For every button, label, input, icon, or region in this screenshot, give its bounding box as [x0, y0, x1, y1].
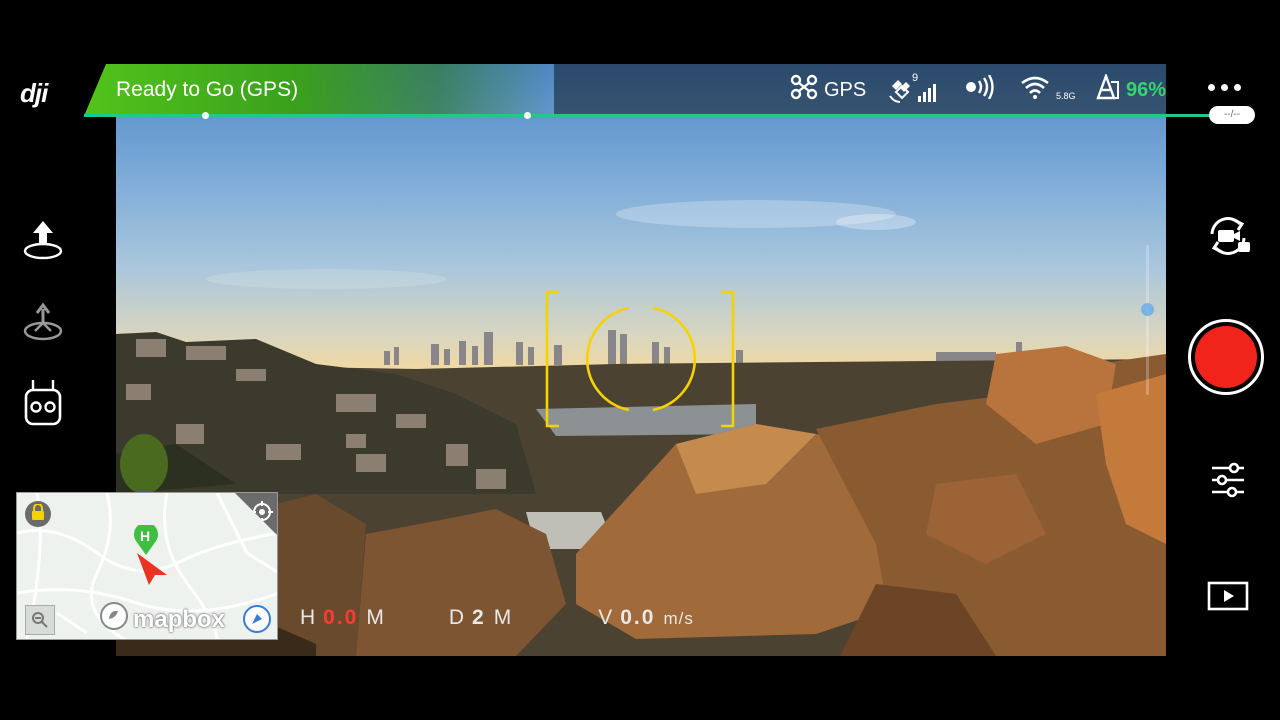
status-progress-line [84, 114, 1210, 117]
status-bar-background [554, 64, 1180, 116]
return-to-home-button[interactable] [18, 298, 68, 348]
progress-dot [524, 112, 531, 119]
map-zoom-button[interactable] [25, 605, 55, 635]
video-link-indicator[interactable]: 5.8G [1020, 76, 1076, 104]
top-status-bar: Ready to Go (GPS) GPS 9 5.8G 96% [84, 64, 1210, 119]
flight-telemetry: H 0.0 M D 2 M V 0.0 m/s [300, 606, 694, 636]
height-label: H [300, 606, 318, 629]
settings-sliders-icon [1208, 460, 1248, 505]
zoom-out-icon [31, 611, 49, 634]
gps-signal-indicator[interactable]: 9 [888, 72, 938, 104]
rc-signal-icon [964, 74, 996, 105]
satellite-signal-icon: 9 [888, 72, 938, 104]
takeoff-icon [21, 217, 65, 266]
progress-dot [202, 112, 209, 119]
distance-unit: M [493, 606, 513, 629]
takeoff-button[interactable] [18, 216, 68, 266]
menu-icon [1208, 84, 1215, 91]
map-compass-button[interactable] [243, 605, 271, 633]
vspeed-unit: m/s [663, 609, 694, 628]
drone-icon [790, 74, 818, 106]
home-marker-label: H [140, 528, 151, 544]
battery-icon [1094, 72, 1120, 106]
compass-icon [249, 611, 265, 632]
focus-frame[interactable] [545, 290, 735, 428]
switch-camera-icon [1204, 214, 1252, 263]
distance-value: 2 [472, 606, 486, 629]
playback-icon [1207, 581, 1249, 616]
minimap[interactable]: H mapbox [16, 492, 278, 640]
remote-controller-button[interactable] [18, 378, 68, 433]
wifi-band-label: 5.8G [1056, 91, 1076, 101]
wifi-icon [1020, 75, 1050, 105]
battery-percent: 96% [1126, 78, 1167, 101]
aircraft-position-marker [135, 551, 171, 592]
switch-photo-video-button[interactable] [1202, 212, 1254, 264]
gimbal-pitch-handle[interactable] [1141, 303, 1154, 316]
vspeed-value: 0.0 [620, 606, 656, 629]
mapbox-logo-icon [99, 601, 129, 638]
return-home-icon [21, 299, 65, 348]
record-button[interactable] [1188, 319, 1264, 395]
mapbox-attribution: mapbox [99, 601, 225, 638]
mapbox-label: mapbox [133, 605, 226, 633]
height-unit: M [366, 606, 385, 629]
menu-dot [1234, 84, 1241, 91]
aircraft-status-banner[interactable]: Ready to Go (GPS) [84, 64, 554, 116]
flight-mode-label: GPS [824, 78, 867, 101]
vspeed-label: V [598, 606, 615, 629]
aircraft-arrow-icon [135, 553, 171, 591]
playback-button[interactable] [1202, 572, 1254, 624]
remote-controller-icon [21, 378, 65, 433]
menu-dot [1221, 84, 1228, 91]
lock-icon [31, 502, 45, 525]
distance-label: D [448, 606, 467, 629]
map-lock-button[interactable] [25, 501, 51, 527]
menu-button[interactable] [1208, 84, 1241, 91]
record-icon [1195, 326, 1257, 388]
flight-mode-indicator[interactable]: GPS [790, 74, 867, 106]
gimbal-pitch-slider[interactable] [1146, 245, 1149, 395]
camera-settings-button[interactable] [1202, 456, 1254, 508]
battery-indicator[interactable]: 96% [1094, 72, 1167, 106]
height-value: 0.0 [323, 606, 359, 629]
satellite-count: 9 [912, 72, 919, 84]
aircraft-status-text: Ready to Go (GPS) [116, 78, 299, 101]
dji-logo: dji [20, 78, 48, 108]
rc-signal-indicator[interactable] [964, 74, 996, 105]
progress-marker-label: --/-- [1209, 106, 1255, 124]
